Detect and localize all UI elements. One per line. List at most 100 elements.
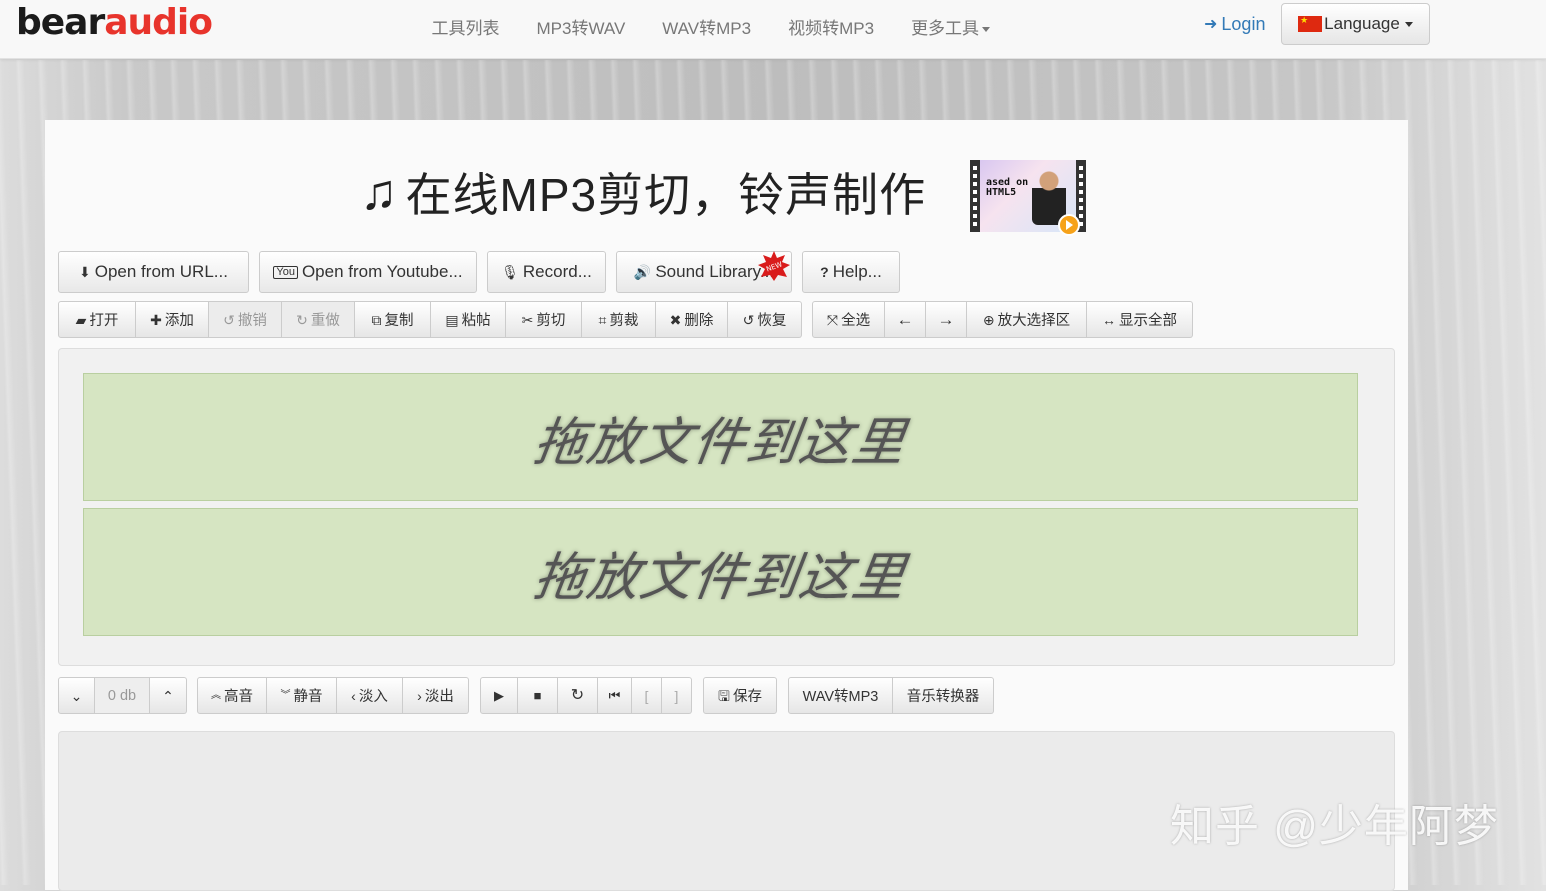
youtube-icon: You — [273, 265, 298, 279]
mark-out-button[interactable]: ] — [662, 677, 692, 714]
paste-label: 粘帖 — [461, 313, 491, 329]
plus-icon: ✚ — [150, 311, 162, 328]
scissors-icon: ✂ — [521, 311, 534, 328]
mute-button[interactable]: ︾ 静音 — [267, 677, 337, 714]
delete-icon: ✖ — [669, 311, 682, 328]
edit-button-group: ▰ 打开 ✚ 添加 ↺ 撤销 ↻ 重做 ⧉ 复制 ▤ 粘帖 ✂ 剪切 ⌗ 剪裁 ✖ 删除 ↺ 恢复 — [58, 301, 802, 338]
sound-library-label: Sound Library... — [655, 262, 775, 281]
waveform-area: 拖放文件到这里 拖放文件到这里 — [58, 348, 1395, 666]
loop-button[interactable]: ↻ — [558, 677, 598, 714]
fade-in-button[interactable]: ‹ 淡入 — [337, 677, 403, 714]
login-link[interactable]: ➜ Login — [1204, 14, 1265, 35]
language-label: Language — [1324, 14, 1400, 33]
skip-start-button[interactable]: ⏮ — [598, 677, 632, 714]
redo-label: 重做 — [310, 313, 340, 329]
crop-icon: ⌗ — [598, 311, 607, 328]
cut-label: 剪切 — [536, 313, 566, 329]
drop-zone-channel-2[interactable]: 拖放文件到这里 — [83, 508, 1358, 636]
delete-button[interactable]: ✖ 删除 — [656, 301, 728, 338]
play-icon: ▶ — [494, 688, 504, 703]
copy-button[interactable]: ⧉ 复制 — [355, 301, 431, 338]
wav-to-mp3-button[interactable]: WAV转MP3 — [788, 677, 893, 714]
chevron-up-icon: ⌃ — [162, 687, 174, 704]
nav-more-tools[interactable]: 更多工具 — [893, 14, 1009, 39]
double-chevron-up-icon: ︽ — [211, 689, 221, 701]
open-from-url-label: Open from URL... — [94, 262, 228, 281]
refresh-icon: ↻ — [570, 686, 585, 704]
help-label: Help... — [832, 262, 882, 281]
music-converter-button[interactable]: 音乐转换器 — [893, 677, 994, 714]
logo-part1: bear — [16, 2, 105, 43]
nav-mp3-to-wav[interactable]: MP3转WAV — [518, 14, 644, 39]
play-icon — [1058, 214, 1080, 236]
save-label: 保存 — [732, 689, 762, 705]
converter-group: WAV转MP3 音乐转换器 — [788, 677, 994, 714]
nav-video-to-mp3[interactable]: 视频转MP3 — [770, 14, 893, 39]
main-nav: 工具列表 MP3转WAV WAV转MP3 视频转MP3 更多工具 — [413, 0, 1009, 52]
music-note-icon: ♫ — [360, 164, 398, 220]
zhihu-watermark: 知乎 @少年阿梦 — [1170, 802, 1499, 851]
treble-button[interactable]: ︽ 高音 — [197, 677, 267, 714]
nav-more-tools-label: 更多工具 — [911, 18, 980, 38]
volume-control: ⌄ 0 db ⌃ — [58, 677, 187, 714]
show-all-label: 显示全部 — [1119, 313, 1177, 329]
nav-tool-list[interactable]: 工具列表 — [413, 14, 518, 39]
arrow-left-icon: ← — [896, 310, 914, 329]
logo-part2: audio — [104, 2, 213, 43]
move-left-button[interactable]: ← — [885, 301, 926, 338]
open-from-url-button[interactable]: ⬇ Open from URL... — [58, 251, 249, 293]
film-strip-right — [1079, 162, 1083, 230]
cut-button[interactable]: ✂ 剪切 — [506, 301, 582, 338]
redo-button[interactable]: ↻ 重做 — [282, 301, 355, 338]
select-all-button[interactable]: ⤧ 全选 — [812, 301, 885, 338]
move-right-button[interactable]: → — [926, 301, 967, 338]
drop-zone-channel-1[interactable]: 拖放文件到这里 — [83, 373, 1358, 501]
chevron-right-icon: › — [417, 687, 422, 704]
bearaudio-logo[interactable]: bearaudio — [16, 2, 213, 44]
save-group: 🖫 保存 — [703, 677, 777, 714]
paste-button[interactable]: ▤ 粘帖 — [431, 301, 506, 338]
volume-value-field[interactable]: 0 db — [95, 677, 150, 714]
drop-zone-text: 拖放文件到这里 — [530, 413, 910, 472]
mute-label: 静音 — [293, 689, 323, 705]
resize-horizontal-icon: ↔ — [1102, 311, 1116, 328]
bracket-right-icon: ] — [674, 687, 679, 704]
fade-out-button[interactable]: › 淡出 — [403, 677, 469, 714]
sign-in-icon: ➜ — [1204, 15, 1218, 33]
show-all-button[interactable]: ↔ 显示全部 — [1087, 301, 1193, 338]
drop-zone-text: 拖放文件到这里 — [530, 548, 910, 607]
nav-wav-to-mp3[interactable]: WAV转MP3 — [644, 14, 770, 39]
wav-to-mp3-label: WAV转MP3 — [802, 689, 879, 705]
open-label: 打开 — [89, 313, 119, 329]
microphone-icon: 🎙 — [501, 264, 519, 280]
volume-down-button[interactable]: ⌄ — [58, 677, 95, 714]
fade-in-label: 淡入 — [358, 689, 388, 705]
effects-group: ︽ 高音 ︾ 静音 ‹ 淡入 › 淡出 — [197, 677, 469, 714]
open-from-youtube-label: Open from Youtube... — [301, 262, 463, 281]
redo-icon: ↻ — [296, 311, 308, 328]
new-badge-icon: NEW — [758, 251, 790, 281]
restore-button[interactable]: ↺ 恢复 — [728, 301, 802, 338]
undo-button[interactable]: ↺ 撤销 — [209, 301, 282, 338]
help-button[interactable]: ? Help... — [802, 251, 900, 293]
paste-icon: ▤ — [445, 311, 459, 328]
language-dropdown[interactable]: Language — [1281, 3, 1430, 45]
volume-up-button[interactable]: ⌃ — [150, 677, 187, 714]
open-from-youtube-button[interactable]: You Open from Youtube... — [259, 251, 477, 293]
record-button[interactable]: 🎙 Record... — [487, 251, 606, 293]
add-button[interactable]: ✚ 添加 — [136, 301, 209, 338]
music-converter-label: 音乐转换器 — [906, 689, 980, 705]
undo-label: 撤销 — [237, 313, 267, 329]
zoom-selection-button[interactable]: ⊕ 放大选择区 — [967, 301, 1087, 338]
stop-button[interactable]: ■ — [518, 677, 558, 714]
play-button[interactable]: ▶ — [480, 677, 518, 714]
html5-video-thumbnail[interactable]: ased on HTML5 — [970, 160, 1086, 236]
top-navbar: bearaudio 工具列表 MP3转WAV WAV转MP3 视频转MP3 更多… — [0, 0, 1546, 59]
restore-icon: ↺ — [742, 311, 755, 328]
crop-button[interactable]: ⌗ 剪裁 — [582, 301, 656, 338]
save-button[interactable]: 🖫 保存 — [703, 677, 777, 714]
mark-in-button[interactable]: [ — [632, 677, 662, 714]
open-button[interactable]: ▰ 打开 — [58, 301, 136, 338]
double-chevron-down-icon: ︾ — [280, 689, 291, 701]
chevron-left-icon: ‹ — [351, 687, 356, 704]
